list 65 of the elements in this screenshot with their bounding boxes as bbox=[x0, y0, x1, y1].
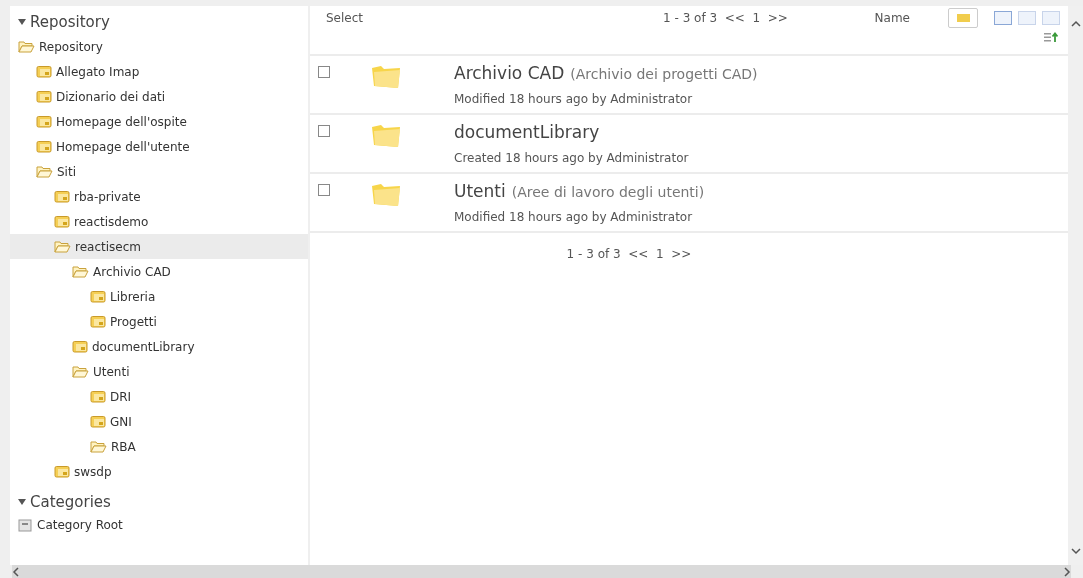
checkbox[interactable] bbox=[318, 184, 330, 196]
collapse-triangle-icon[interactable] bbox=[18, 18, 26, 26]
folder-label[interactable]: Utenti bbox=[93, 362, 130, 381]
tree-row[interactable]: reactisecm bbox=[10, 234, 308, 259]
checkbox[interactable] bbox=[318, 66, 330, 78]
tree-row[interactable]: Homepage dell'utente bbox=[10, 134, 308, 159]
tree-row[interactable]: Dizionario dei dati bbox=[10, 84, 308, 109]
tree-row[interactable]: Allegato Imap bbox=[10, 59, 308, 84]
scroll-down-icon[interactable] bbox=[1070, 548, 1081, 555]
tree-row[interactable]: Archivio CAD bbox=[10, 259, 308, 284]
scroll-right-icon[interactable] bbox=[1064, 566, 1071, 577]
folder-label[interactable]: Dizionario dei dati bbox=[56, 87, 166, 106]
checkbox[interactable] bbox=[318, 125, 330, 137]
tree-row[interactable]: Progetti bbox=[10, 309, 308, 334]
folder-label[interactable]: Repository bbox=[39, 37, 103, 56]
tree-row[interactable]: swsdp bbox=[10, 459, 308, 484]
tree-row[interactable]: rba-private bbox=[10, 184, 308, 209]
item-name[interactable]: Archivio CAD bbox=[454, 63, 565, 83]
tree-row[interactable]: Category Root bbox=[10, 512, 308, 537]
folder-label[interactable]: Siti bbox=[57, 162, 76, 181]
item-name[interactable]: Utenti bbox=[454, 181, 506, 201]
item-meta: Modified 18 hours ago by Administrator bbox=[454, 209, 694, 226]
tree-row[interactable]: reactisdemo bbox=[10, 209, 308, 234]
section-title: Categories bbox=[30, 492, 111, 512]
folder-label[interactable]: reactisdemo bbox=[74, 212, 149, 231]
folder-label[interactable]: rba-private bbox=[74, 187, 141, 206]
collapse-triangle-icon[interactable] bbox=[18, 498, 26, 506]
folder-label[interactable]: Allegato Imap bbox=[56, 62, 140, 81]
pagination: 1 - 3 of 3 << 1 >> bbox=[663, 10, 788, 27]
sort-label[interactable]: Name bbox=[874, 9, 910, 27]
tree-row[interactable]: DRI bbox=[10, 384, 308, 409]
folder-label[interactable]: reactisecm bbox=[75, 237, 141, 256]
tree-row[interactable]: Libreria bbox=[10, 284, 308, 309]
category-label[interactable]: Category Root bbox=[37, 515, 123, 534]
select-label[interactable]: Select bbox=[326, 9, 364, 27]
folder-label[interactable]: Homepage dell'utente bbox=[56, 137, 190, 156]
folder-label[interactable]: RBA bbox=[111, 437, 136, 456]
horizontal-scrollbar[interactable] bbox=[12, 565, 1071, 578]
item-name[interactable]: documentLibrary bbox=[454, 122, 600, 142]
pagination: 1 - 3 of 3 << 1 >> bbox=[566, 247, 692, 261]
folder-label[interactable]: swsdp bbox=[74, 462, 112, 481]
tree-row[interactable]: documentLibrary bbox=[10, 334, 308, 359]
folder-label[interactable]: Archivio CAD bbox=[93, 262, 171, 281]
folder-label[interactable]: Homepage dell'ospite bbox=[56, 112, 187, 131]
folder-label[interactable]: Progetti bbox=[110, 312, 157, 331]
tree-row[interactable]: Repository bbox=[10, 34, 308, 59]
folder-label[interactable]: Libreria bbox=[110, 287, 156, 306]
tree-row[interactable]: GNI bbox=[10, 409, 308, 434]
folder-label[interactable]: GNI bbox=[110, 412, 132, 431]
tree-row[interactable]: RBA bbox=[10, 434, 308, 459]
tree-row[interactable]: Siti bbox=[10, 159, 308, 184]
section-title: Repository bbox=[30, 12, 110, 32]
item-meta: Modified 18 hours ago by Administrator bbox=[454, 91, 694, 108]
sort-ascending-icon[interactable] bbox=[1044, 32, 1058, 43]
tree-row[interactable]: Utenti bbox=[10, 359, 308, 384]
category-icon bbox=[18, 517, 33, 532]
detail-view-icon[interactable] bbox=[994, 11, 1012, 25]
scroll-up-icon[interactable] bbox=[1070, 20, 1081, 27]
item-meta: Created 18 hours ago by Administrator bbox=[454, 150, 689, 167]
item-description: (Aree di lavoro degli utenti) bbox=[511, 184, 705, 200]
folder-label[interactable]: documentLibrary bbox=[92, 337, 195, 356]
tree-row[interactable]: Homepage dell'ospite bbox=[10, 109, 308, 134]
scroll-left-icon[interactable] bbox=[12, 566, 19, 577]
folder-label[interactable]: DRI bbox=[110, 387, 132, 406]
item-description: (Archivio dei progetti CAD) bbox=[570, 66, 758, 82]
